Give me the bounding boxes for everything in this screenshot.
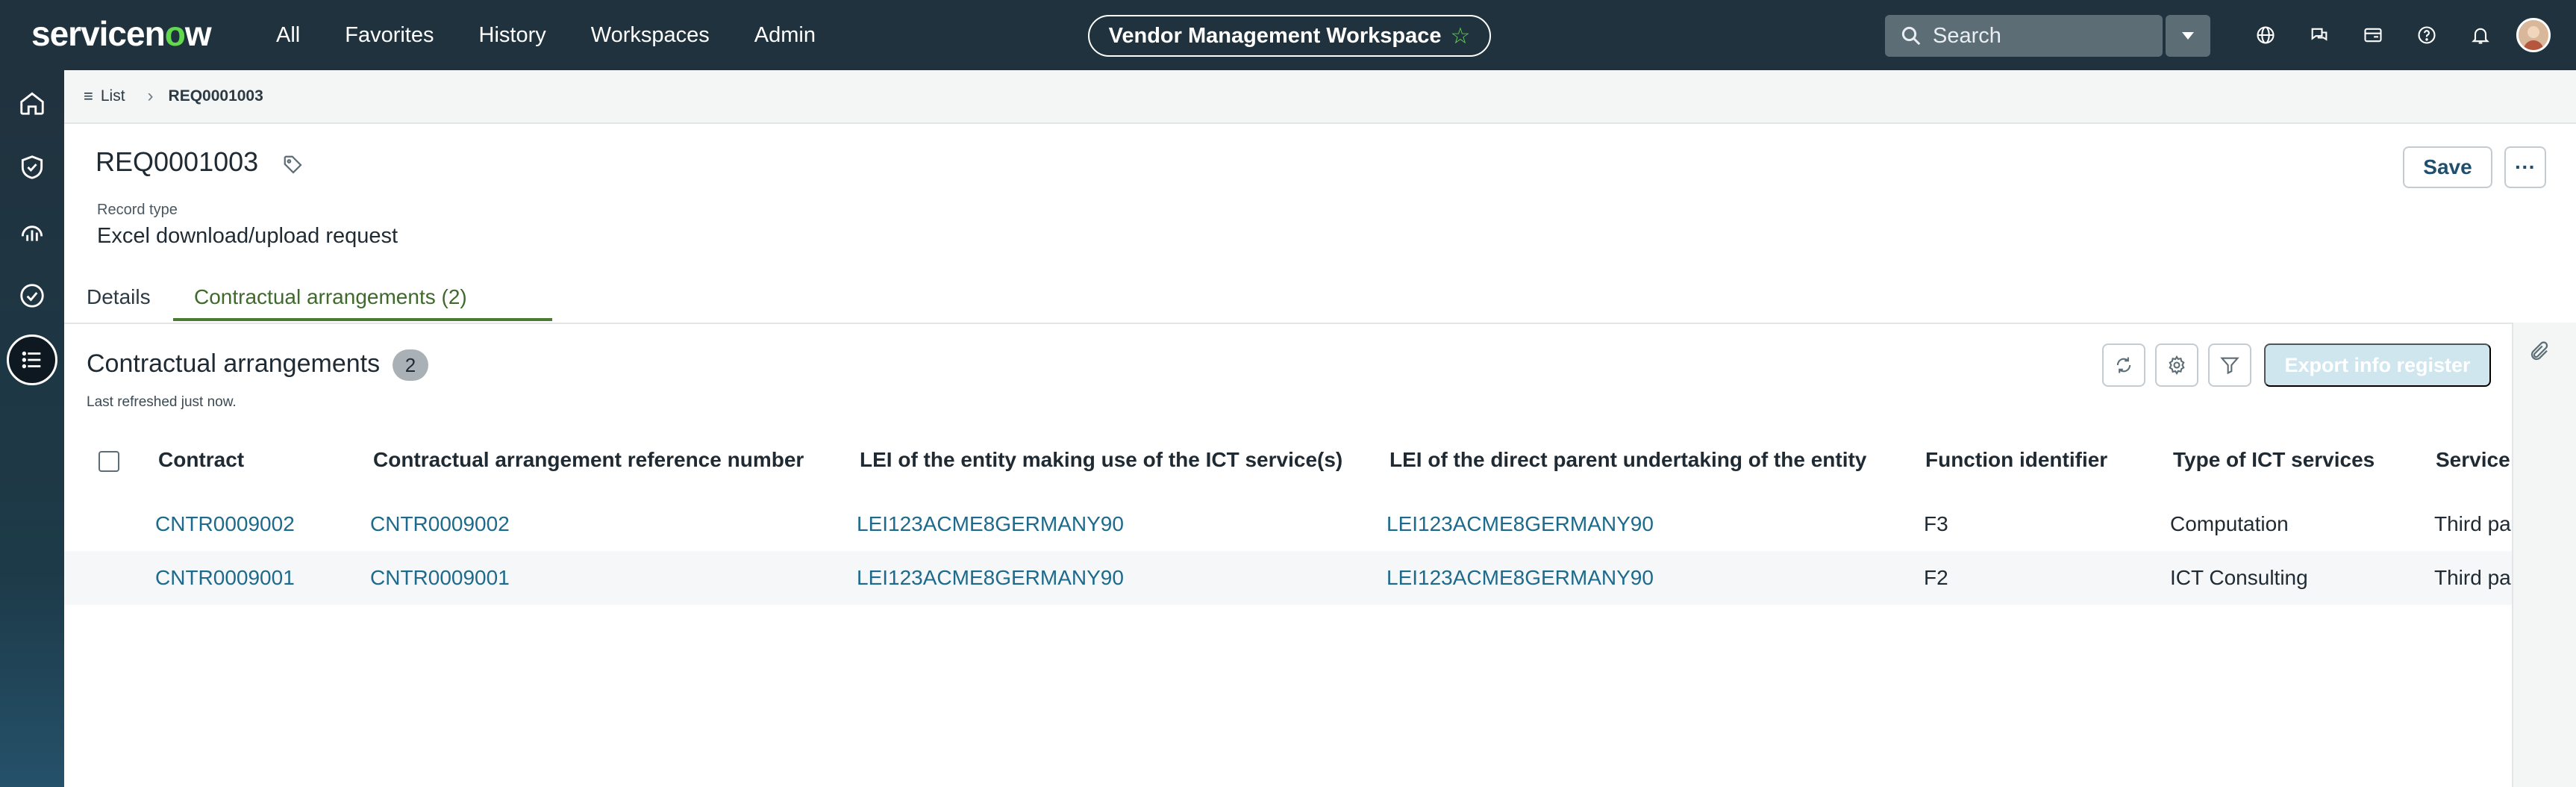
column-header-function-identifier[interactable]: Function identifier	[1925, 448, 2107, 472]
workspace-name: Vendor Management Workspace	[1108, 23, 1442, 48]
search-icon	[1901, 26, 1921, 46]
cell-function-identifier: F2	[1924, 566, 1948, 589]
cell-reference-number[interactable]: CNTR0009001	[370, 566, 510, 590]
cell-type-of-ict-services: ICT Consulting	[2170, 566, 2308, 589]
breadcrumb-current: REQ0001003	[168, 87, 263, 105]
cell-reference-number[interactable]: CNTR0009002	[370, 512, 510, 536]
breadcrumb-list-link[interactable]: ≡ List	[84, 87, 125, 106]
check-circle-icon	[20, 284, 44, 308]
settings-button[interactable]	[2155, 343, 2198, 387]
record-number: REQ0001003	[96, 146, 259, 177]
rail-security[interactable]	[0, 140, 64, 194]
cell-lei-parent[interactable]: LEI123ACME8GERMANY90	[1387, 512, 1654, 536]
card-icon[interactable]	[2346, 0, 2400, 70]
record-type-value: Excel download/upload request	[97, 224, 398, 248]
home-icon	[20, 92, 44, 115]
cell-function-identifier: F3	[1924, 512, 1948, 535]
servicenow-logo[interactable]: servicenow	[31, 13, 212, 54]
menu-lines-icon: ≡	[84, 87, 93, 105]
nav-favorites[interactable]: Favorites	[345, 23, 434, 48]
header-utilities	[2239, 0, 2507, 70]
cell-service-provider: Third party	[2434, 512, 2512, 535]
top-navigation-bar: servicenow All Favorites History Workspa…	[0, 0, 2576, 70]
record-type-label: Record type	[97, 202, 178, 218]
cell-lei-entity[interactable]: LEI123ACME8GERMANY90	[857, 512, 1124, 536]
count-badge: 2	[393, 349, 428, 381]
rail-analytics[interactable]	[0, 205, 64, 258]
column-header-lei-entity[interactable]: LEI of the entity making use of the ICT …	[860, 448, 1342, 472]
table-row[interactable]: CNTR0009002 CNTR0009002 LEI123ACME8GERMA…	[64, 497, 2512, 551]
select-all-checkbox[interactable]	[99, 451, 119, 472]
rail-home[interactable]	[0, 76, 64, 130]
rail-list[interactable]	[0, 333, 64, 387]
global-search	[1885, 15, 2163, 57]
export-info-register-button[interactable]: Export info register	[2264, 343, 2491, 387]
filter-icon	[2220, 357, 2239, 375]
cell-contract[interactable]: CNTR0009001	[155, 566, 295, 590]
table-viewport: Contract Contractual arrangement referen…	[64, 438, 2512, 624]
analytics-icon	[21, 225, 43, 241]
column-header-lei-parent[interactable]: LEI of the direct parent undertaking of …	[1389, 448, 1866, 472]
main-nav: All Favorites History Workspaces Admin	[276, 0, 860, 70]
globe-icon[interactable]	[2239, 0, 2292, 70]
section-title: Contractual arrangements	[87, 349, 381, 378]
record-tabs: Details Contractual arrangements (2)	[64, 278, 2576, 323]
table-header-row: Contract Contractual arrangement referen…	[64, 438, 2512, 484]
list-icon	[22, 351, 41, 369]
user-avatar[interactable]	[2516, 18, 2551, 52]
breadcrumb: ≡ List › REQ0001003	[64, 70, 2576, 124]
chat-icon[interactable]	[2292, 0, 2346, 70]
rail-list-active-ring	[7, 335, 57, 385]
column-header-service-provider[interactable]: Service provider	[2436, 448, 2512, 472]
search-input[interactable]	[1933, 23, 2134, 49]
rail-tasks[interactable]	[0, 269, 64, 323]
filter-button[interactable]	[2208, 343, 2251, 387]
column-header-reference-number[interactable]: Contractual arrangement reference number	[373, 448, 804, 472]
nav-all[interactable]: All	[276, 23, 300, 48]
tab-contractual-arrangements[interactable]: Contractual arrangements (2)	[194, 285, 467, 309]
cell-service-provider: Third party	[2434, 566, 2512, 589]
refresh-icon	[2116, 357, 2131, 373]
right-sidebar-strip	[2512, 323, 2576, 787]
cell-type-of-ict-services: Computation	[2170, 512, 2289, 535]
help-icon[interactable]	[2400, 0, 2454, 70]
paperclip-icon[interactable]	[2528, 340, 2551, 367]
nav-workspaces[interactable]: Workspaces	[591, 23, 710, 48]
refresh-button[interactable]	[2102, 343, 2145, 387]
cell-contract[interactable]: CNTR0009002	[155, 512, 295, 536]
cell-lei-parent[interactable]: LEI123ACME8GERMANY90	[1387, 566, 1654, 590]
shield-check-icon	[21, 155, 43, 179]
caret-down-icon	[2182, 32, 2194, 40]
breadcrumb-list-label: List	[100, 87, 125, 105]
nav-history[interactable]: History	[479, 23, 546, 48]
last-refreshed-text: Last refreshed just now.	[87, 394, 237, 410]
save-button[interactable]: Save	[2403, 146, 2492, 188]
gear-icon	[2169, 355, 2185, 376]
tab-details[interactable]: Details	[87, 285, 151, 309]
column-header-type-of-ict-services[interactable]: Type of ICT services	[2173, 448, 2375, 472]
workspace-switcher[interactable]: Vendor Management Workspace ☆	[1088, 15, 1491, 57]
cell-lei-entity[interactable]: LEI123ACME8GERMANY90	[857, 566, 1124, 590]
table-row[interactable]: CNTR0009001 CNTR0009001 LEI123ACME8GERMA…	[64, 551, 2512, 605]
tag-icon[interactable]	[282, 154, 304, 180]
column-header-contract[interactable]: Contract	[158, 448, 244, 472]
bell-icon[interactable]	[2454, 0, 2507, 70]
star-icon[interactable]: ☆	[1450, 23, 1470, 49]
nav-admin[interactable]: Admin	[754, 23, 816, 48]
chevron-right-icon: ›	[147, 86, 154, 106]
search-scope-dropdown[interactable]	[2166, 15, 2210, 57]
active-tab-indicator	[173, 318, 552, 321]
more-actions-button[interactable]: ···	[2504, 146, 2546, 188]
